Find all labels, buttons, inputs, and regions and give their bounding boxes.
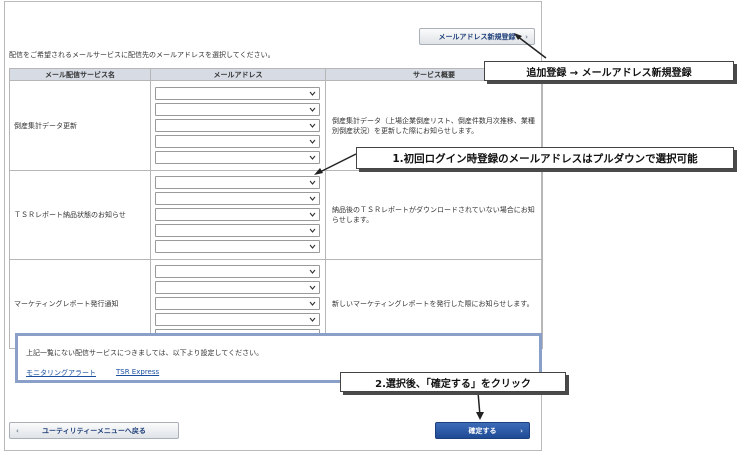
email-select[interactable]	[155, 224, 320, 237]
email-select[interactable]	[155, 281, 320, 294]
email-select[interactable]	[155, 192, 320, 205]
new-email-register-label: メールアドレス新規登録	[438, 32, 516, 41]
chevron-down-icon	[309, 227, 316, 234]
chevron-down-icon	[309, 90, 316, 97]
chevron-down-icon	[309, 211, 316, 218]
chevron-right-icon: ›	[520, 426, 523, 435]
chevron-right-icon: ›	[525, 32, 528, 41]
header-email: メールアドレス	[150, 68, 326, 81]
service-name: ＴＳＲレポート納品状態のお知らせ	[9, 170, 151, 260]
chevron-down-icon	[309, 284, 316, 291]
email-select[interactable]	[155, 118, 320, 132]
chevron-down-icon	[309, 106, 316, 113]
service-description: 納品後のＴＳＲレポートがダウンロードされていない場合にお知らせします。	[325, 170, 543, 260]
chevron-down-icon	[309, 122, 316, 129]
email-select[interactable]	[155, 176, 320, 189]
confirm-button[interactable]: 確定する ›	[435, 422, 530, 439]
chevron-down-icon	[309, 154, 316, 161]
email-select-group	[150, 170, 326, 260]
email-select[interactable]	[155, 134, 320, 148]
email-select[interactable]	[155, 150, 320, 164]
chevron-down-icon	[309, 179, 316, 186]
service-name: 倒産集計データ更新	[9, 80, 151, 171]
confirm-button-label: 確定する	[468, 426, 497, 435]
chevron-down-icon	[309, 268, 316, 275]
chevron-down-icon	[309, 138, 316, 145]
email-select[interactable]	[155, 313, 320, 326]
chevron-left-icon: ‹	[16, 426, 19, 435]
back-to-utility-menu-button[interactable]: ‹ ユーティリティーメニューへ戻る	[9, 422, 179, 439]
email-select[interactable]	[155, 102, 320, 116]
email-select[interactable]	[155, 86, 320, 100]
callout-add-registration: 追加登録 → メールアドレス新規登録	[484, 61, 734, 81]
email-select[interactable]	[155, 297, 320, 310]
service-table: メール配信サービス名 メールアドレス サービス概要 倒産集計データ更新 倒産集計…	[9, 68, 543, 349]
chevron-down-icon	[309, 300, 316, 307]
back-button-label: ユーティリティーメニューへ戻る	[42, 426, 146, 435]
email-select[interactable]	[155, 208, 320, 221]
email-select[interactable]	[155, 265, 320, 278]
table-row: ＴＳＲレポート納品状態のお知らせ 納品後のＴＳＲレポートがダウンロードされていな…	[9, 170, 543, 260]
notice-message: 上記一覧にない配信サービスにつきましては、以下より設定してください。	[26, 349, 264, 357]
instruction-text: 配信をご希望されるメールサービスに配信先のメールアドレスを選択してください。	[9, 51, 275, 59]
tsr-express-link[interactable]: TSR Express	[116, 368, 159, 376]
callout-confirm-click: 2.選択後、「確定する」をクリック	[340, 372, 566, 392]
chevron-down-icon	[309, 195, 316, 202]
email-select[interactable]	[155, 240, 320, 253]
chevron-down-icon	[309, 243, 316, 250]
callout-dropdown-selection: 1.初回ログイン時登録のメールアドレスはプルダウンで選択可能	[356, 147, 734, 169]
new-email-register-button[interactable]: メールアドレス新規登録 ›	[419, 28, 535, 45]
chevron-down-icon	[309, 316, 316, 323]
email-select-group	[150, 80, 326, 171]
monitoring-alert-link[interactable]: モニタリングアラート	[26, 368, 96, 378]
header-service-name: メール配信サービス名	[9, 68, 151, 81]
